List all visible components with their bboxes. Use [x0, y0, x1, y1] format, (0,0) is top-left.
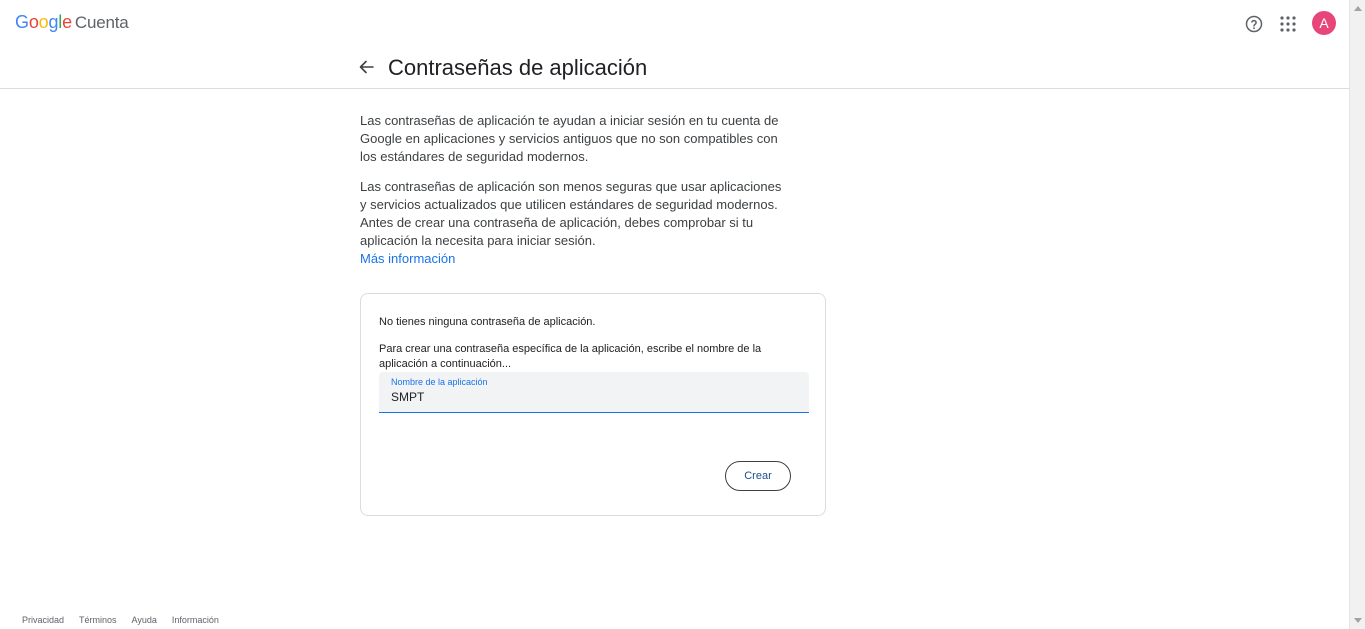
scroll-down-icon[interactable]: [1354, 618, 1362, 623]
logo-letter: G: [15, 12, 29, 32]
footer-link-terms[interactable]: Términos: [79, 614, 117, 626]
intro-paragraph-2-text: Las contraseñas de aplicación son menos …: [360, 179, 782, 248]
logo-letter: o: [28, 12, 39, 32]
google-account-logo[interactable]: Google Cuenta: [15, 12, 129, 36]
empty-state-message: No tienes ninguna contraseña de aplicaci…: [379, 316, 596, 328]
vertical-scrollbar[interactable]: [1349, 0, 1365, 629]
page-header: Contraseñas de aplicación: [0, 48, 1349, 89]
logo-letter: o: [38, 12, 49, 32]
top-bar: Google Cuenta A: [0, 0, 1349, 48]
scroll-up-icon[interactable]: [1354, 6, 1362, 11]
page-title: Contraseñas de aplicación: [388, 55, 648, 80]
intro-section: Las contraseñas de aplicación te ayudan …: [360, 112, 790, 268]
arrow-back-icon[interactable]: [358, 59, 374, 75]
product-name: Cuenta: [74, 13, 129, 32]
google-wordmark: Google: [15, 12, 72, 33]
footer: Privacidad Términos Ayuda Información: [22, 614, 219, 626]
app-passwords-page: Google Cuenta A Contraseñas de aplicació…: [0, 0, 1365, 629]
learn-more-link[interactable]: Más información: [360, 250, 790, 268]
avatar[interactable]: A: [1312, 11, 1336, 35]
intro-paragraph-1: Las contraseñas de aplicación te ayudan …: [360, 113, 779, 164]
app-password-card: No tienes ninguna contraseña de aplicaci…: [360, 293, 826, 516]
logo-letter: g: [48, 12, 59, 32]
create-instructions: Para crear una contraseña específica de …: [379, 343, 762, 370]
create-button[interactable]: Crear: [725, 461, 791, 491]
app-name-field[interactable]: Nombre de la aplicación: [379, 372, 809, 413]
footer-link-help[interactable]: Ayuda: [132, 614, 157, 626]
footer-link-info[interactable]: Información: [172, 614, 219, 626]
help-circle-icon[interactable]: [1245, 15, 1263, 33]
apps-grid-icon[interactable]: [1280, 16, 1296, 32]
logo-letter: e: [62, 12, 72, 32]
intro-paragraph-2: Las contraseñas de aplicación son menos …: [360, 178, 790, 268]
app-name-input[interactable]: [389, 387, 793, 407]
footer-link-privacy[interactable]: Privacidad: [22, 614, 64, 626]
